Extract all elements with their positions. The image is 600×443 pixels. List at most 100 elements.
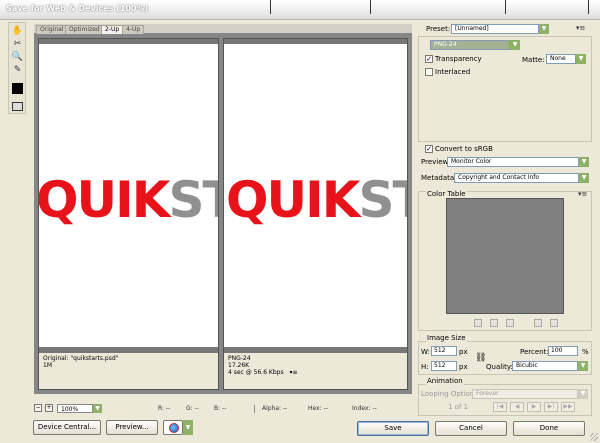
eyedropper-color-swatch[interactable] [12,83,23,94]
chevron-down-icon[interactable]: ▼ [539,24,549,34]
preview-canvas: QUIKST Original: "quikstarts.psd" 1M QUI… [34,34,412,394]
play-icon[interactable]: ▶ [527,402,541,412]
color-table-label: Color Table [426,190,467,198]
color-table-menu-icon[interactable]: ▾≡ [578,190,587,198]
matte-select[interactable]: None ▼ [546,54,586,64]
status-bar: − + 100% ▼ R: -- G: -- B: -- Alpha: -- H… [34,404,412,414]
device-central-button[interactable]: Device Central... [33,420,101,435]
preview-label: Preview: [421,158,451,166]
height-input[interactable]: 512 [431,361,457,371]
chevron-down-icon[interactable]: ▼ [576,54,586,64]
tab-original[interactable]: Original [36,25,68,34]
preset-select[interactable]: [Unnamed] ▼ [451,24,549,34]
file-format-select[interactable]: PNG-24 ▼ [430,40,520,50]
matte-value: None [550,55,566,62]
title-bar-divider [370,0,374,14]
preset-value: [Unnamed] [455,25,489,32]
web-shift-icon[interactable] [490,319,498,327]
trash-icon[interactable] [550,319,558,327]
tab-optimized[interactable]: Optimized [65,25,104,34]
cancel-button[interactable]: Cancel [435,421,507,436]
first-frame-icon[interactable]: |◀ [493,402,507,412]
color-table-swatches[interactable] [446,198,564,314]
optimize-menu-icon[interactable]: ▾≡ [576,24,585,32]
download-time-text: 4 sec @ 56.6 Kbps [228,369,284,376]
frame-counter: 1 of 1 [448,403,469,411]
width-unit: px [459,348,468,356]
logo-red-text: QUIK [39,171,170,229]
slice-select-tool-icon[interactable]: ✂ [11,38,24,50]
chevron-down-icon[interactable]: ▼ [578,361,588,371]
metadata-label: Metadata: [421,174,457,182]
save-button[interactable]: Save [357,421,429,436]
optimize-settings-group [418,36,592,142]
toggle-slices-icon[interactable] [12,102,23,111]
optimized-pane[interactable]: QUIKST PNG-24 17.26K 4 sec @ 56.6 Kbps ▾… [223,38,408,390]
eyedropper-tool-icon[interactable]: ✎ [11,64,24,76]
map-transparency-icon[interactable] [474,319,482,327]
original-filename: Original: "quikstarts.psd" [43,355,119,362]
done-button[interactable]: Done [513,421,585,436]
next-frame-icon[interactable]: ▶| [544,402,558,412]
chevron-down-icon[interactable]: ▼ [578,389,588,399]
metadata-value: Copyright and Contact Info [458,174,540,181]
convert-srgb-checkbox[interactable]: ✓ [425,145,433,153]
animation-label: Animation [426,377,464,385]
quality-select[interactable]: Bicubic ▼ [512,361,588,371]
chevron-down-icon[interactable]: ▼ [510,40,520,50]
original-image-area[interactable]: QUIKST [39,44,218,347]
percent-input[interactable]: 100 [548,346,578,356]
browser-dropdown-arrow-icon[interactable]: ▼ [183,420,193,435]
interlaced-checkbox[interactable] [425,68,433,76]
alpha-readout: Alpha: -- [262,405,288,412]
browser-globe-icon [169,423,179,433]
resize-grip[interactable] [590,433,598,441]
metadata-select[interactable]: Copyright and Contact Info ▼ [454,173,589,183]
zoom-tool-icon[interactable]: 🔍 [11,51,24,63]
percent-label: Percent: [520,348,549,356]
interlaced-label: Interlaced [435,68,471,76]
chevron-down-icon[interactable]: ▼ [579,173,589,183]
original-pane[interactable]: QUIKST Original: "quikstarts.psd" 1M [38,38,219,390]
zoom-out-button[interactable]: − [34,404,42,412]
logo-grey-text: ST [168,171,218,229]
lock-color-icon[interactable] [506,319,514,327]
title-bar-divider [588,0,592,14]
previous-frame-icon[interactable]: ◀ [510,402,524,412]
blue-readout: B: -- [214,405,227,412]
width-label: W: [421,348,430,356]
optimized-info: PNG-24 17.26K 4 sec @ 56.6 Kbps ▾≡ [224,353,407,389]
transparency-label: Transparency [435,55,482,63]
preview-in-browser-button[interactable] [163,420,183,435]
constrain-proportions-link-icon[interactable]: ⛓ [475,353,486,363]
download-speed-menu-icon[interactable]: ▾≡ [290,369,298,376]
looping-options-select[interactable]: Forever ▼ [472,389,588,399]
image-size-label: Image Size [426,334,467,342]
zoom-in-button[interactable]: + [45,404,53,412]
convert-srgb-label: Convert to sRGB [435,145,493,153]
original-size: 1M [43,362,52,369]
zoom-dropdown-arrow-icon[interactable]: ▼ [93,404,102,413]
toolbox: ✋ ✂ 🔍 ✎ [8,22,26,114]
preview-select[interactable]: Monitor Color ▼ [447,157,589,167]
width-input[interactable]: 512 [431,346,457,356]
green-readout: G: -- [186,405,199,412]
title-bar-divider [505,0,509,14]
preview-button[interactable]: Preview... [106,420,158,435]
new-color-icon[interactable] [534,319,542,327]
tab-4-up[interactable]: 4-Up [122,25,145,34]
optimized-image-area[interactable]: QUIKST [224,44,407,347]
height-label: H: [421,363,429,371]
original-artwork: QUIKST [39,172,218,228]
logo-grey-text: ST [358,171,407,229]
zoom-level-input[interactable]: 100% [57,404,93,413]
window-title: Save for Web & Devices (100%) [6,4,149,13]
transparency-checkbox[interactable]: ✓ [425,55,433,63]
hand-tool-icon[interactable]: ✋ [11,25,24,37]
chevron-down-icon[interactable]: ▼ [579,157,589,167]
preset-label: Preset: [426,25,451,33]
optimized-format: PNG-24 [228,355,251,362]
looping-options-value: Forever [476,390,499,397]
file-format-value: PNG-24 [434,41,457,48]
last-frame-icon[interactable]: ▶▶ [561,402,575,412]
